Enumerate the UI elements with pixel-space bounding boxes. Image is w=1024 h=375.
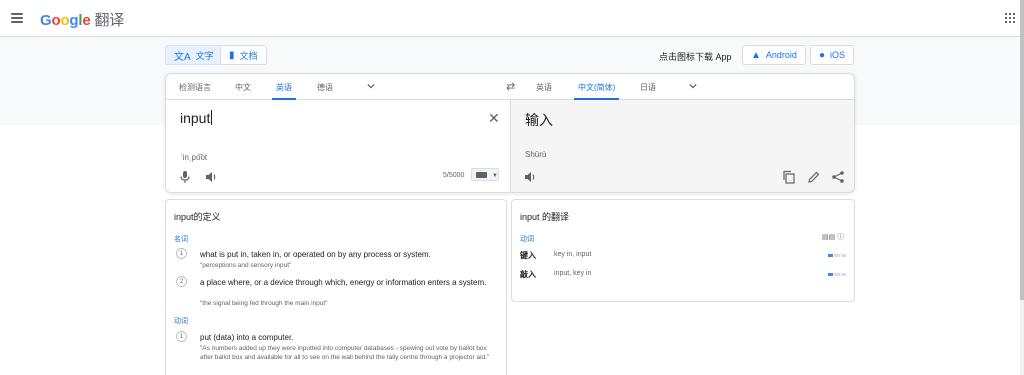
logo-letter: G (40, 12, 52, 29)
source-text-value: input (180, 110, 211, 126)
source-text-input[interactable]: input (180, 110, 213, 126)
target-area: 输入 Shūrù (510, 100, 854, 192)
share-icon[interactable] (831, 170, 845, 184)
target-more-languages-chevron-icon[interactable] (689, 82, 697, 90)
apple-icon: ● (819, 49, 826, 61)
definitions-title: input的定义 (174, 212, 221, 222)
dropdown-caret-icon: ▼ (492, 173, 498, 179)
character-counter: 5/5000 (443, 172, 465, 179)
android-label: Android (765, 50, 797, 60)
translation-synonyms: input, key in (554, 270, 592, 277)
page-scrollbar[interactable] (1020, 0, 1024, 375)
definition-pos-noun: 名词 (174, 236, 188, 243)
source-speaker-icon[interactable] (204, 170, 218, 184)
frequency-bar (828, 273, 846, 276)
source-lang-chinese[interactable]: 中文 (235, 74, 251, 100)
definition-example: "perceptions and sensory input" (200, 262, 292, 269)
translated-text: 输入 (525, 112, 553, 128)
definition-example: "the signal being fed through the main i… (200, 300, 328, 307)
top-header: Google 翻译 (0, 0, 1020, 37)
language-bar: 检测语言 中文 英语 德语 ⇄ 英语 中文(简体) 日语 (166, 74, 854, 100)
target-lang-chinese-simplified[interactable]: 中文(简体) (573, 74, 620, 100)
definition-number: 1 (176, 248, 187, 259)
translation-synonyms: key in, input (554, 251, 592, 258)
definition-text: what is put in, taken in, or operated on… (200, 250, 431, 259)
translated-pinyin: Shūrù (525, 150, 547, 159)
translations-title: input 的翻译 (520, 212, 570, 222)
source-lang-detect[interactable]: 检测语言 (179, 74, 211, 100)
translation-pos-verb: 动词 (520, 236, 534, 243)
ios-label: iOS (830, 50, 846, 60)
target-lang-english[interactable]: 英语 (536, 74, 552, 100)
source-area[interactable]: input ✕ ˈinˌpo͝ot 5/5000 ▼ (166, 100, 510, 192)
text-caret (211, 110, 213, 125)
frequency-icon: ▤▤ (822, 234, 836, 241)
source-more-languages-chevron-icon[interactable] (367, 82, 375, 90)
text-mode-button[interactable]: 文A 文字 (165, 45, 223, 65)
keyboard-icon (476, 172, 487, 178)
scrollbar-thumb[interactable] (1020, 0, 1024, 300)
apps-grid-icon[interactable] (1005, 13, 1015, 23)
logo-letter: e (82, 12, 91, 29)
target-speaker-icon[interactable] (523, 170, 537, 184)
ios-button[interactable]: ● iOS (810, 45, 855, 65)
keyboard-selector[interactable]: ▼ (471, 168, 499, 181)
source-transliteration: ˈinˌpo͝ot (180, 153, 208, 162)
translation-panel: 检测语言 中文 英语 德语 ⇄ 英语 中文(简体) 日语 input ✕ ˈin… (165, 73, 855, 193)
definitions-card: input的定义 名词 1 what is put in, taken in, … (165, 199, 507, 375)
document-icon: ▮ (229, 49, 235, 61)
main-menu-icon[interactable] (11, 13, 23, 23)
translate-icon: 文A (174, 51, 191, 63)
text-mode-label: 文字 (195, 50, 214, 61)
frequency-bar (828, 254, 846, 257)
definition-number: 1 (176, 331, 187, 342)
source-lang-english[interactable]: 英语 (272, 74, 296, 100)
translation-word[interactable]: 敲入 (520, 269, 536, 280)
google-translate-logo[interactable]: Google 翻译 (40, 9, 124, 30)
product-name: 翻译 (94, 12, 125, 29)
translation-word[interactable]: 键入 (520, 250, 536, 261)
definition-text: a place where, or a device through which… (200, 278, 487, 287)
clear-source-icon[interactable]: ✕ (488, 111, 500, 125)
definition-text: put (data) into a computer. (200, 333, 294, 342)
documents-mode-label: 文档 (239, 50, 258, 61)
microphone-icon[interactable] (178, 170, 192, 184)
target-lang-japanese[interactable]: 日语 (640, 74, 656, 100)
translations-card: input 的翻译 动词 ▤▤ ⓘ 键入 key in, input 敲入 in… (511, 199, 855, 302)
google-wordmark: Google (40, 12, 91, 29)
source-lang-german[interactable]: 德语 (317, 74, 333, 100)
copy-icon[interactable] (782, 170, 796, 184)
android-button[interactable]: ▲ Android (742, 45, 806, 65)
definition-number: 2 (176, 276, 187, 287)
help-icon[interactable]: ⓘ (837, 234, 844, 241)
definition-pos-verb: 动词 (174, 318, 188, 325)
android-icon: ▲ (751, 49, 761, 61)
edit-pencil-icon[interactable] (807, 170, 821, 184)
swap-languages-icon[interactable]: ⇄ (506, 80, 515, 93)
definition-example: "As numbers added up they were inputted … (200, 345, 490, 361)
translation-frequency-info[interactable]: ▤▤ ⓘ (822, 232, 844, 242)
documents-mode-button[interactable]: ▮ 文档 (220, 45, 267, 65)
download-app-text: 点击图标下载 App (659, 52, 732, 62)
